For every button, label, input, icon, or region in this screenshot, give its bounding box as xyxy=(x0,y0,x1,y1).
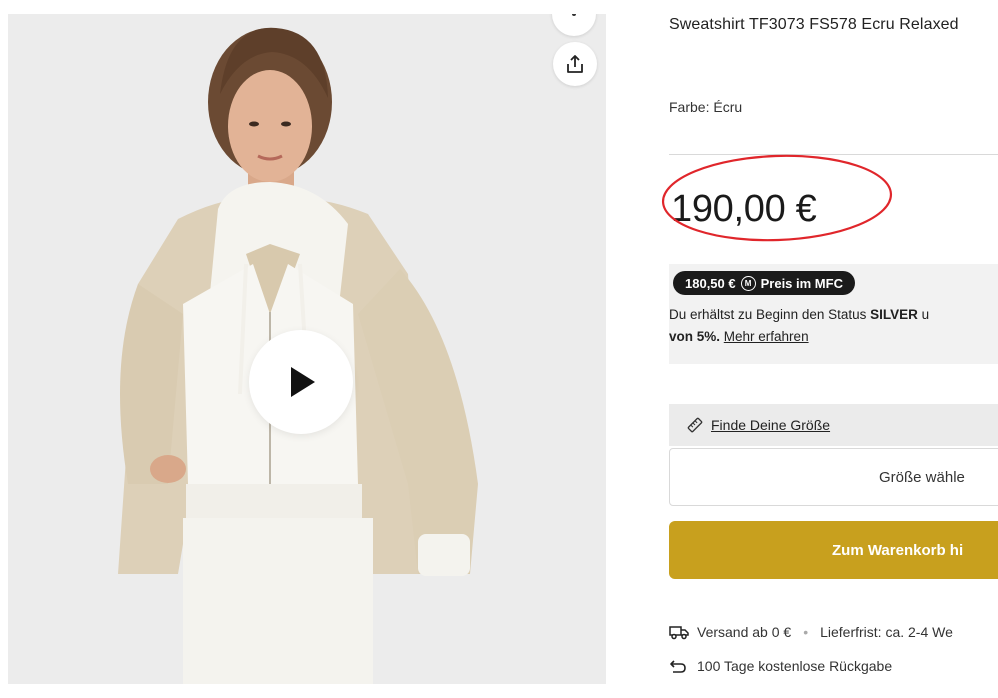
more-icon xyxy=(572,14,576,16)
mfc-description: Du erhältst zu Beginn den Status SILVER … xyxy=(669,304,998,348)
share-button[interactable] xyxy=(553,42,597,86)
color-value: Écru xyxy=(713,99,743,115)
returns-text: 100 Tage kostenlose Rückgabe xyxy=(697,658,893,674)
mfc-badge-price: 180,50 € xyxy=(685,275,736,291)
returns-info: 100 Tage kostenlose Rückgabe xyxy=(669,658,892,674)
size-select[interactable]: Größe wähle xyxy=(669,448,998,506)
mfc-coin-icon: M xyxy=(740,275,756,291)
product-info: Sweatshirt TF3073 FS578 Ecru Relaxed Far… xyxy=(661,0,998,698)
shipping-info: Versand ab 0 € • Lieferfrist: ca. 2-4 We xyxy=(669,624,953,640)
return-arrow-icon xyxy=(670,660,686,673)
shipping-cost: Versand ab 0 € xyxy=(697,624,792,640)
play-video-button[interactable] xyxy=(249,330,353,434)
ruler-icon xyxy=(687,417,703,433)
mfc-price-badge: 180,50 € M Preis im MFC xyxy=(673,271,855,295)
mfc-discount: von 5%. xyxy=(669,329,721,344)
product-title: Sweatshirt TF3073 FS578 Ecru Relaxed xyxy=(669,16,959,33)
size-finder[interactable]: Finde Deine Größe xyxy=(669,404,998,446)
mfc-text-after: u xyxy=(917,307,930,322)
mfc-status: SILVER xyxy=(870,307,918,322)
mfc-info-box: 180,50 € M Preis im MFC Du erhältst zu B… xyxy=(669,264,998,364)
product-media xyxy=(8,14,606,684)
delivery-time: Lieferfrist: ca. 2-4 We xyxy=(820,624,953,640)
color-label: Farbe: xyxy=(669,99,710,115)
separator-dot: • xyxy=(803,624,809,640)
divider xyxy=(669,154,998,155)
share-icon xyxy=(567,55,583,73)
mfc-text-before: Du erhältst zu Beginn den Status xyxy=(669,307,871,322)
size-finder-label: Finde Deine Größe xyxy=(711,417,831,433)
color-selection: Farbe: Écru xyxy=(669,99,742,115)
truck-icon xyxy=(669,626,689,640)
play-icon xyxy=(291,367,315,397)
add-to-cart-button[interactable]: Zum Warenkorb hi xyxy=(669,521,998,579)
product-price: 190,00 € xyxy=(671,188,817,230)
mfc-badge-label: Preis im MFC xyxy=(760,275,843,291)
mfc-more-link[interactable]: Mehr erfahren xyxy=(724,329,809,344)
